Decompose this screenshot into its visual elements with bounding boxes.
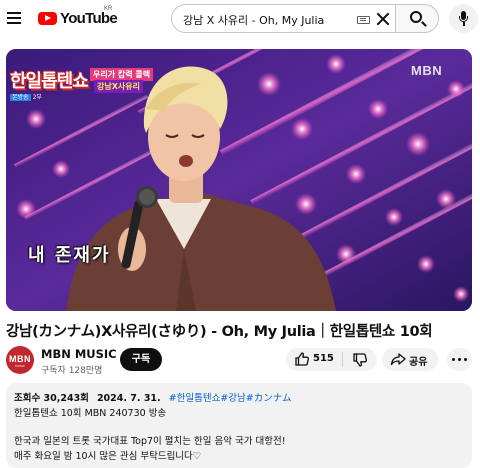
- description-line: 한일톱텐쇼 10회 MBN 240730 방송: [14, 408, 167, 419]
- hashtag[interactable]: #カンナム: [246, 393, 292, 404]
- voice-search-button[interactable]: [449, 4, 478, 33]
- show-sub-tag: 본방송: [10, 94, 31, 101]
- keyboard-icon[interactable]: [357, 16, 370, 24]
- share-button[interactable]: 공유: [382, 348, 438, 371]
- video-player[interactable]: 한일톱텐쇼 본방송 2부 우리가 캅력 콜랙 강남X사유리 MBN 내 존재가: [6, 49, 472, 311]
- channel-avatar[interactable]: MBN MUSIC: [6, 346, 34, 374]
- broadcaster-logo: MBN: [411, 63, 443, 78]
- logo-text: YouTube: [60, 9, 118, 27]
- top-bar: YouTube KR 강남 X 사유리 - Oh, My Julia: [0, 0, 480, 36]
- hashtag[interactable]: #한일톱텐쇼: [169, 393, 221, 404]
- thumbs-down-icon: [353, 353, 367, 367]
- clear-search-icon[interactable]: [376, 12, 390, 26]
- subscriber-count: 구독자 128만명: [41, 366, 103, 376]
- overlay-badge-bottom: 강남X사유리: [94, 80, 143, 93]
- share-icon: [390, 353, 406, 366]
- country-code: KR: [104, 6, 113, 12]
- search-button[interactable]: [395, 4, 439, 33]
- view-count: 조회수 30,243회: [14, 393, 89, 404]
- avatar-subtext: MUSIC: [15, 364, 25, 368]
- more-actions-button[interactable]: [447, 348, 472, 371]
- avatar-text: MBN: [9, 354, 31, 364]
- description-line: 한국과 일본의 트롯 국가대표 Top7이 펼치는 한일 음악 국가 대항전!: [14, 436, 286, 447]
- search-input[interactable]: 강남 X 사유리 - Oh, My Julia: [171, 4, 395, 33]
- more-dot: [452, 358, 455, 361]
- description-line: 매주 화요일 밤 10시 많은 관심 부탁드립니다♡: [14, 451, 202, 462]
- search-icon: [410, 11, 422, 23]
- show-subtitle: 본방송 2부: [10, 92, 42, 101]
- play-logo-icon: [38, 11, 57, 25]
- video-caption: 내 존재가: [28, 245, 111, 266]
- description-meta: 조회수 30,243회 2024. 7. 31. #한일톱텐쇼#강남#カンナム: [14, 390, 291, 404]
- upload-date: 2024. 7. 31.: [96, 393, 161, 404]
- menu-icon[interactable]: [4, 6, 26, 30]
- description-box[interactable]: 조회수 30,243회 2024. 7. 31. #한일톱텐쇼#강남#カンナム 한일…: [6, 383, 472, 468]
- show-sub-text: 2부: [32, 94, 42, 101]
- show-logo: 한일톱텐쇼: [10, 71, 89, 92]
- channel-name[interactable]: MBN MUSIC: [41, 347, 117, 361]
- share-label: 공유: [409, 357, 428, 368]
- hashtag[interactable]: #강남: [220, 393, 245, 404]
- thumbs-up-icon: [295, 352, 309, 366]
- video-title: 강남(カンナム)X사유리(さゆり) - Oh, My Julia｜한일톱텐쇼 1…: [6, 324, 433, 340]
- like-dislike-group: 515: [286, 348, 377, 371]
- like-count: 515: [313, 353, 334, 364]
- subscribe-button[interactable]: 구독: [120, 348, 162, 371]
- search-query-text[interactable]: 강남 X 사유리 - Oh, My Julia: [183, 12, 324, 28]
- dislike-button[interactable]: [343, 348, 377, 371]
- like-button[interactable]: 515: [286, 348, 342, 371]
